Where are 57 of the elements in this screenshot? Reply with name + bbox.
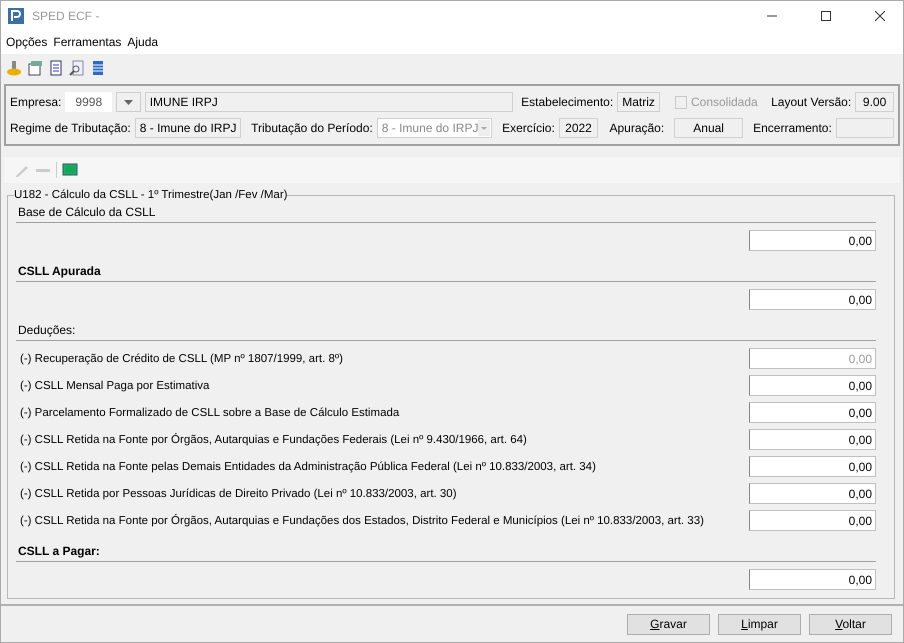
amount-field[interactable]: 0,00	[749, 510, 876, 531]
window-title: SPED ECF -	[32, 8, 100, 22]
period-select[interactable]: 8 - Imune do IRPJ	[376, 118, 492, 138]
establishment-field: Matriz	[617, 92, 660, 112]
year-field: 2022	[558, 118, 598, 138]
section-heading: CSLL Apurada	[16, 260, 876, 282]
section-heading: CSLL a Pagar:	[16, 540, 876, 562]
menu-item[interactable]: Opções	[3, 35, 50, 49]
maximize-icon	[821, 10, 831, 20]
checkbox-label: Consolidada	[690, 95, 758, 109]
layout-version-field: 9.00	[855, 92, 894, 112]
app-logo-icon	[8, 8, 24, 24]
amount-field[interactable]: 0,00	[749, 429, 876, 450]
action-button[interactable]: Limpar	[718, 614, 801, 634]
field-label: Encerramento:	[753, 121, 832, 135]
assessment-field: Anual	[674, 118, 744, 138]
field-label: Apuração:	[609, 121, 664, 135]
amount-field: 0,00	[749, 348, 876, 369]
row-label: (-) CSLL Retida na Fonte por Órgãos, Autarquias e Fundações Federais (Lei nº 9.430/1966, art. 64)	[20, 434, 527, 446]
menu-item[interactable]: Ajuda	[124, 35, 162, 49]
company-code-field[interactable]: 9998	[65, 92, 112, 112]
closing-field	[836, 118, 894, 138]
row-label: (-) Recuperação de Crédito de CSLL (MP nº 1807/1999, art. 8º)	[20, 352, 343, 364]
field-label: Regime de Tributação:	[10, 121, 131, 135]
action-button[interactable]: Voltar	[809, 614, 892, 634]
amount-field[interactable]: 0,00	[749, 569, 876, 590]
grid-icon[interactable]	[90, 60, 106, 76]
document-icon[interactable]	[48, 60, 64, 76]
amount-field[interactable]: 0,00	[749, 230, 876, 251]
amount-field[interactable]: 0,00	[749, 289, 876, 310]
group-title: U182 - Cálculo da CSLL - 1º Trimestre(Jan /Fev /Mar)	[14, 189, 288, 201]
section-heading: Base de Cálculo da CSLL	[16, 201, 876, 223]
screen-icon[interactable]	[62, 162, 78, 178]
amount-field[interactable]: 0,00	[749, 375, 876, 396]
amount-field[interactable]: 0,00	[749, 402, 876, 423]
section-heading: Deduções:	[16, 319, 876, 341]
field-label: Empresa:	[10, 95, 62, 109]
row-label: (-) CSLL Retida na Fonte por Órgãos, Autarquias e Fundações dos Estados, Distrito Federal e Municípios (Lei nº 10.833/2003, art. 33)	[20, 514, 704, 526]
row-label: (-) Parcelamento Formalizado de CSLL sobre a Base de Cálculo Estimada	[20, 406, 400, 418]
field-label: Tributação do Período:	[251, 121, 373, 135]
field-label: Estabelecimento:	[521, 95, 614, 109]
caret-icon	[124, 100, 133, 104]
regime-field: 8 - Imune do IRPJ	[134, 118, 242, 138]
row-label: (-) CSLL Retida por Pessoas Jurídicas de Direito Privado (Lei nº 10.833/2003, art. 30)	[20, 488, 457, 500]
menu-item[interactable]: Ferramentas	[50, 35, 124, 49]
field-label: Layout Versão:	[771, 95, 852, 109]
caret-icon	[478, 120, 490, 136]
company-name-field: IMUNE IRPJ	[144, 92, 514, 112]
amount-field[interactable]: 0,00	[749, 483, 876, 504]
field-label: Exercício:	[502, 121, 555, 135]
close-icon	[875, 10, 885, 20]
dropdown-button[interactable]	[116, 92, 141, 112]
action-button[interactable]: Gravar	[627, 614, 710, 634]
row-label: (-) CSLL Mensal Paga por Estimativa	[20, 380, 210, 392]
amount-field[interactable]: 0,00	[749, 456, 876, 477]
row-label: (-) CSLL Retida na Fonte pelas Demais Entidades da Administração Pública Federal (Lei nº 10.833/2003, art. 34)	[20, 460, 596, 472]
document-search-icon[interactable]	[69, 60, 85, 76]
